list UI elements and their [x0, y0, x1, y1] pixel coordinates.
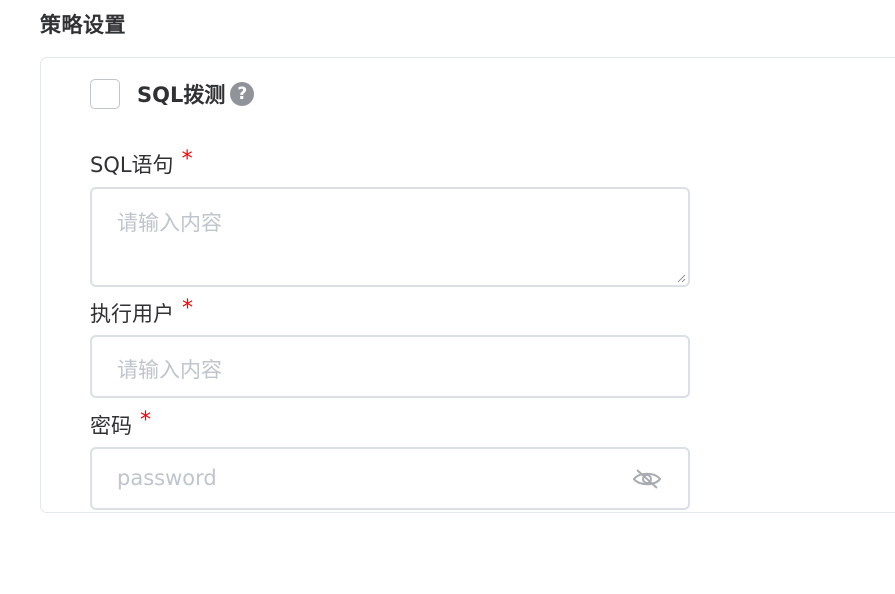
sql-statement-textarea[interactable]: 请输入内容 — [90, 187, 690, 287]
sql-probe-label[interactable]: SQL拨测 — [137, 79, 225, 109]
section-title: 策略设置 — [40, 13, 126, 37]
required-mark: * — [140, 408, 151, 433]
resize-grip-icon[interactable] — [677, 274, 686, 283]
exec-user-placeholder: 请输入内容 — [117, 358, 222, 382]
sql-statement-label: SQL语句 * — [90, 147, 193, 179]
eye-off-icon[interactable] — [632, 467, 662, 491]
password-label-text: 密码 — [90, 414, 132, 438]
exec-user-label: 执行用户 * — [90, 296, 193, 328]
help-icon-glyph: ? — [237, 83, 248, 104]
sql-statement-placeholder: 请输入内容 — [117, 211, 222, 235]
sql-statement-label-text: SQL语句 — [90, 153, 174, 177]
exec-user-label-text: 执行用户 — [90, 302, 174, 326]
sql-probe-row: SQL拨测 ? — [90, 78, 255, 110]
exec-user-input[interactable]: 请输入内容 — [90, 335, 690, 398]
strategy-settings-page: 策略设置 SQL拨测 ? SQL语句 * 请输入内容 执行用户 * 请输入内容 密码… — [0, 0, 895, 594]
password-input[interactable]: password — [90, 447, 690, 510]
sql-probe-checkbox[interactable] — [90, 79, 120, 109]
password-placeholder: password — [117, 466, 217, 490]
password-label: 密码 * — [90, 408, 151, 440]
required-mark: * — [181, 147, 193, 172]
required-mark: * — [182, 296, 193, 321]
help-icon[interactable]: ? — [230, 82, 255, 106]
